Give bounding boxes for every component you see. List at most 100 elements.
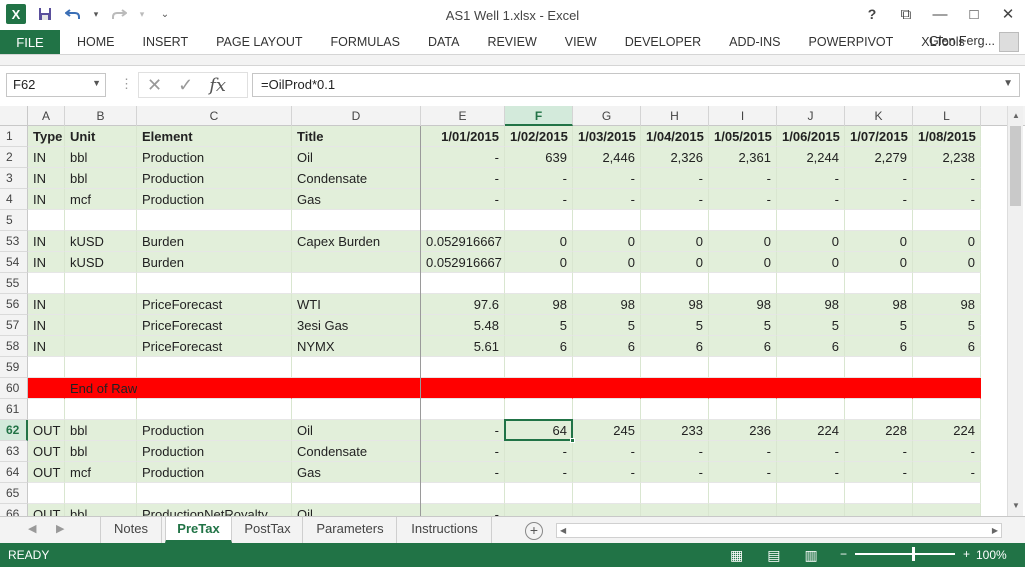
cell-h66[interactable] [641,504,709,516]
cell-d64[interactable]: Gas [292,462,421,483]
cell-c57[interactable]: PriceForecast [137,315,292,336]
cell-b61[interactable] [65,399,137,420]
formula-bar-grip-icon[interactable]: ⋮ [120,76,133,92]
cell-l5[interactable] [913,210,981,231]
cell-i5[interactable] [709,210,777,231]
column-header-h[interactable]: H [641,106,709,126]
tab-developer[interactable]: DEVELOPER [611,30,715,54]
tab-add-ins[interactable]: ADD-INS [715,30,794,54]
cell-h4[interactable]: - [641,189,709,210]
cell-g66[interactable] [573,504,641,516]
cell-d63[interactable]: Condensate [292,441,421,462]
cell-f58[interactable]: 6 [505,336,573,357]
row-header-56[interactable]: 56 [0,294,28,315]
row-header-64[interactable]: 64 [0,462,28,483]
cell-c55[interactable] [137,273,292,294]
cell-e62[interactable]: - [421,420,505,441]
cell-j55[interactable] [777,273,845,294]
cell-a57[interactable]: IN [28,315,65,336]
sheet-tab-parameters[interactable]: Parameters [304,517,397,543]
cancel-icon[interactable]: ✕ [147,75,162,96]
normal-view-icon[interactable]: ▦ [730,547,743,564]
cell-g1[interactable]: 1/03/2015 [573,126,641,147]
cell-h2[interactable]: 2,326 [641,147,709,168]
cell-i4[interactable]: - [709,189,777,210]
cell-b59[interactable] [65,357,137,378]
cell-d66[interactable]: Oil [292,504,421,516]
cell-c2[interactable]: Production [137,147,292,168]
cell-h62[interactable]: 233 [641,420,709,441]
column-header-f[interactable]: F [505,106,573,126]
cell-g62[interactable]: 245 [573,420,641,441]
zoom-out-button[interactable]: − [840,547,847,561]
cell-a65[interactable] [28,483,65,504]
row-header-3[interactable]: 3 [0,168,28,189]
cell-i59[interactable] [709,357,777,378]
cell-j57[interactable]: 5 [777,315,845,336]
cell-l61[interactable] [913,399,981,420]
cell-e65[interactable] [421,483,505,504]
zoom-percent[interactable]: 100% [976,548,1007,562]
cell-f53[interactable]: 0 [505,231,573,252]
cell-a58[interactable]: IN [28,336,65,357]
expand-formula-bar-icon[interactable]: ▼ [1003,78,1013,89]
cell-c5[interactable] [137,210,292,231]
cell-a1[interactable]: Type [28,126,65,147]
cell-a4[interactable]: IN [28,189,65,210]
row-header-66[interactable]: 66 [0,504,28,516]
cell-h65[interactable] [641,483,709,504]
cell-h61[interactable] [641,399,709,420]
cell-i58[interactable]: 6 [709,336,777,357]
cell-g61[interactable] [573,399,641,420]
tab-view[interactable]: VIEW [551,30,611,54]
cell-l66[interactable] [913,504,981,516]
cell-c4[interactable]: Production [137,189,292,210]
cell-f66[interactable] [505,504,573,516]
tab-home[interactable]: HOME [60,30,129,54]
cell-a53[interactable]: IN [28,231,65,252]
cell-f5[interactable] [505,210,573,231]
cell-d60[interactable] [292,378,421,399]
cell-k61[interactable] [845,399,913,420]
tab-scroll-right-icon[interactable]: ▶ [56,522,64,535]
cell-a63[interactable]: OUT [28,441,65,462]
cell-e60[interactable] [421,378,505,399]
cell-j66[interactable] [777,504,845,516]
cell-e2[interactable]: - [421,147,505,168]
cell-h3[interactable]: - [641,168,709,189]
cell-j60[interactable] [777,378,845,399]
cell-b58[interactable] [65,336,137,357]
cell-l58[interactable]: 6 [913,336,981,357]
chevron-down-icon[interactable]: ▼ [92,78,101,88]
cell-l54[interactable]: 0 [913,252,981,273]
cell-b60[interactable]: End of Raw Inputs [65,378,176,399]
cell-k3[interactable]: - [845,168,913,189]
sheet-tab-posttax[interactable]: PostTax [233,517,303,543]
cell-j61[interactable] [777,399,845,420]
help-button[interactable]: ? [861,4,883,24]
cell-g59[interactable] [573,357,641,378]
user-name[interactable]: Glen Ferg... [929,34,995,48]
cell-e3[interactable]: - [421,168,505,189]
cell-k4[interactable]: - [845,189,913,210]
cell-d65[interactable] [292,483,421,504]
page-break-view-icon[interactable]: ▥ [804,547,817,564]
cell-j4[interactable]: - [777,189,845,210]
cell-k1[interactable]: 1/07/2015 [845,126,913,147]
close-button[interactable]: ✕ [997,4,1019,24]
cell-d5[interactable] [292,210,421,231]
cell-a55[interactable] [28,273,65,294]
cell-j56[interactable]: 98 [777,294,845,315]
column-header-c[interactable]: C [137,106,292,126]
column-header-j[interactable]: J [777,106,845,126]
cell-l57[interactable]: 5 [913,315,981,336]
row-header-53[interactable]: 53 [0,231,28,252]
cell-d2[interactable]: Oil [292,147,421,168]
cell-e5[interactable] [421,210,505,231]
cell-k60[interactable] [845,378,913,399]
cell-j58[interactable]: 6 [777,336,845,357]
row-header-59[interactable]: 59 [0,357,28,378]
cell-j62[interactable]: 224 [777,420,845,441]
cell-b66[interactable]: bbl [65,504,137,516]
cell-k63[interactable]: - [845,441,913,462]
